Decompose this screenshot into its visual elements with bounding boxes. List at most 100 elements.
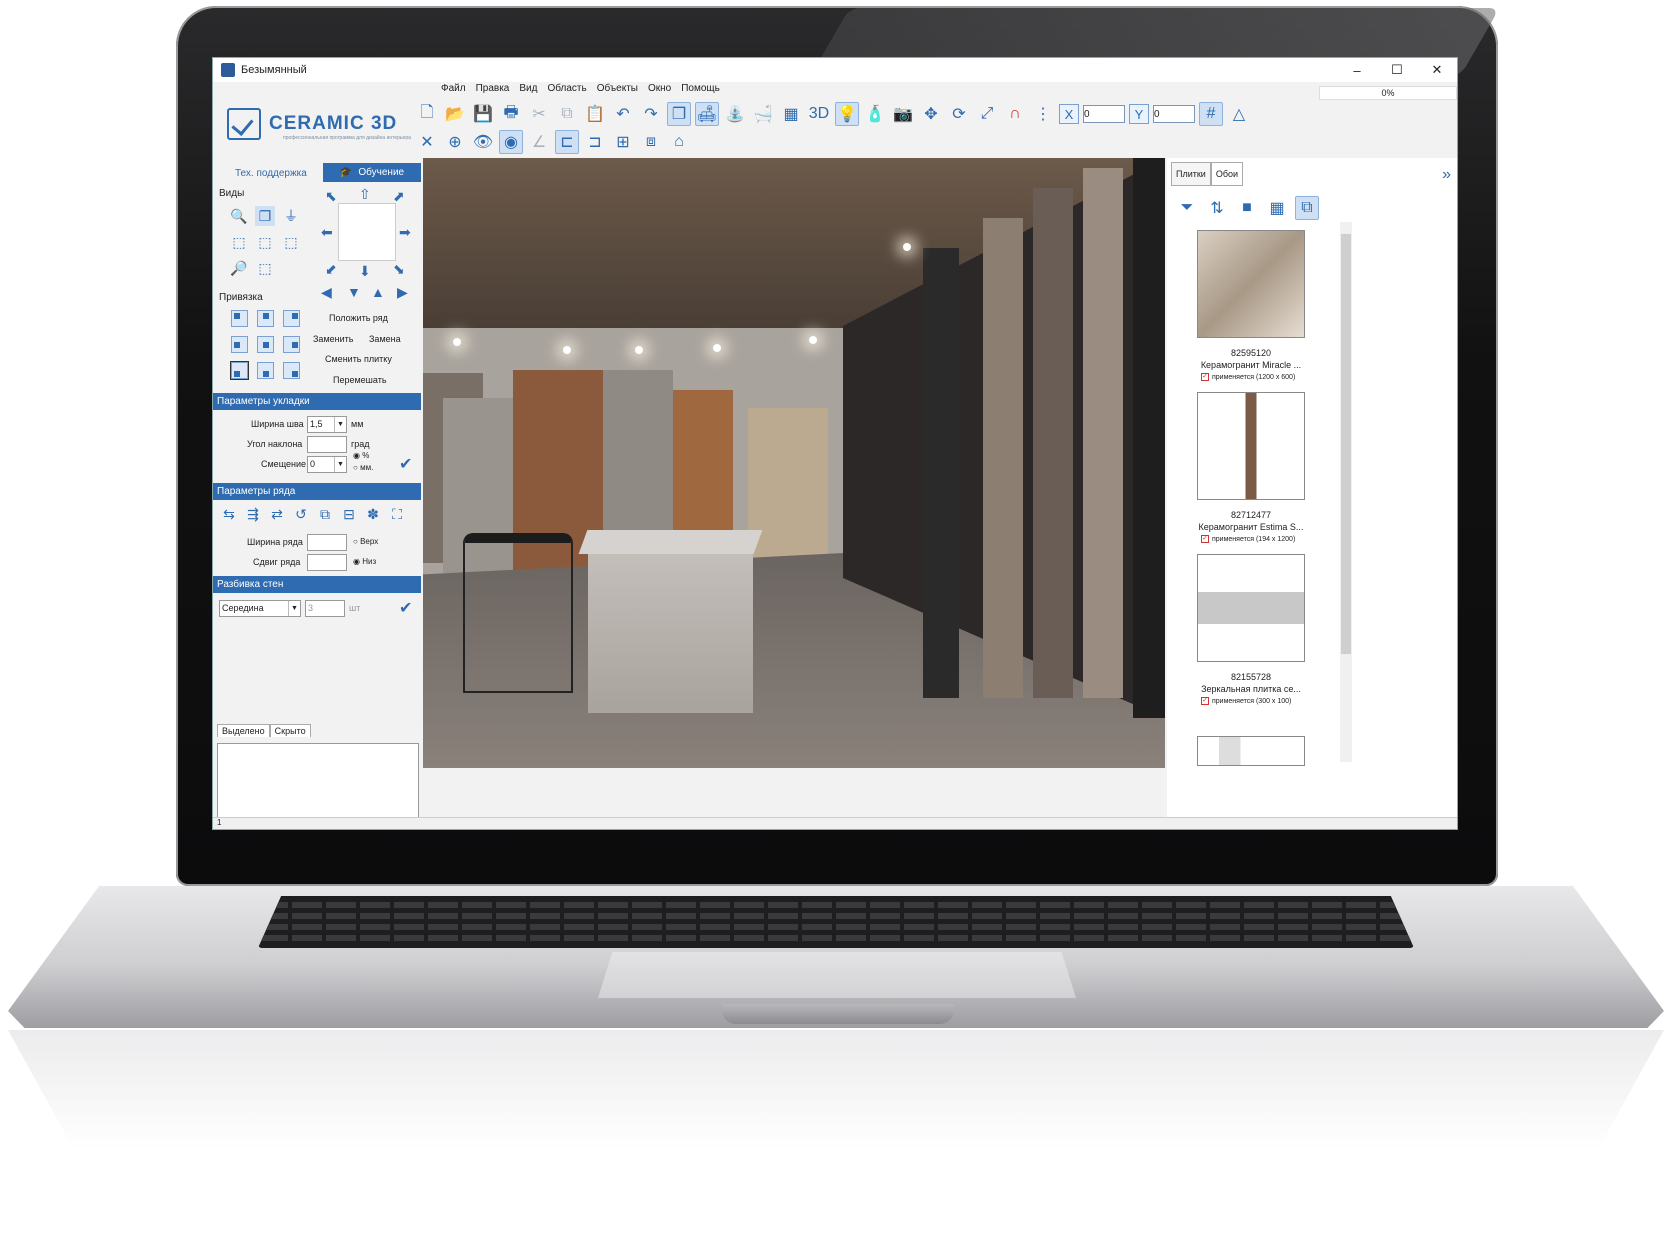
menu-view[interactable]: Вид: [519, 83, 537, 99]
seam-width-select[interactable]: 1,5 ▼: [307, 416, 347, 433]
camera-tripod-icon[interactable]: ⏚: [281, 206, 301, 226]
close-button[interactable]: ✕: [1417, 58, 1457, 82]
row-rotate-icon[interactable]: ↺: [291, 504, 311, 524]
row-pattern-icon[interactable]: ✽: [363, 504, 383, 524]
offset-mm-radio[interactable]: ○ мм.: [353, 463, 373, 472]
print-icon[interactable]: 🖶: [499, 102, 523, 126]
angle-input[interactable]: [307, 436, 347, 453]
undo-icon[interactable]: ↶: [611, 102, 635, 126]
open-folder-icon[interactable]: 📂: [443, 102, 467, 126]
camera-icon[interactable]: 📷: [891, 102, 915, 126]
tile-view-icon[interactable]: ■: [1235, 196, 1259, 220]
menu-file[interactable]: Файл: [441, 83, 466, 99]
arrow-right-icon[interactable]: ➡: [399, 224, 411, 241]
row-top-radio[interactable]: ○ Верх: [353, 537, 378, 546]
wall-split-count-input[interactable]: 3: [305, 600, 345, 617]
view-front-icon[interactable]: ⬚: [255, 232, 275, 252]
bathtub-icon[interactable]: 🛁: [751, 102, 775, 126]
view-right-icon[interactable]: ⬚: [281, 232, 301, 252]
view-box-icon[interactable]: ❐: [255, 206, 275, 226]
apply-wall-split-check-icon[interactable]: ✔: [399, 598, 412, 618]
add-area-icon[interactable]: ⊞: [611, 130, 635, 154]
layout-params-header[interactable]: Параметры укладки: [213, 393, 421, 410]
zoom-icon[interactable]: 🔍: [229, 206, 249, 226]
shift-down-icon[interactable]: ▼: [347, 284, 361, 300]
x-coordinate-field[interactable]: 0: [1083, 105, 1125, 123]
tile-apply-checkbox[interactable]: ✓ применяется (1200 x 600): [1201, 373, 1295, 381]
row-compress-icon[interactable]: ⇄: [267, 504, 287, 524]
menu-help[interactable]: Помощь: [681, 83, 720, 99]
scale-icon[interactable]: ⤢: [975, 102, 999, 126]
3d-viewport[interactable]: [423, 158, 1165, 768]
snap-bottom-left[interactable]: [230, 361, 249, 380]
new-file-icon[interactable]: 🗋: [415, 102, 439, 126]
lay-row-button[interactable]: Положить ряд: [329, 313, 388, 323]
snap-top-center[interactable]: [257, 310, 274, 327]
triangle-icon[interactable]: △: [1227, 102, 1251, 126]
row-fit-icon[interactable]: ⛶: [387, 504, 407, 524]
tab-selected[interactable]: Выделено: [217, 724, 270, 737]
change-tile-button[interactable]: Сменить плитку: [325, 354, 392, 364]
tile-thumbnail[interactable]: [1197, 736, 1305, 766]
view-back-icon[interactable]: ⬚: [255, 258, 275, 278]
menu-objects[interactable]: Объекты: [597, 83, 638, 99]
y-coordinate-field[interactable]: 0: [1153, 105, 1195, 123]
walls-mode-icon[interactable]: ❐: [667, 102, 691, 126]
copy-icon[interactable]: ⧉: [555, 102, 579, 126]
maximize-button[interactable]: ☐: [1377, 58, 1417, 82]
measure-icon[interactable]: ∠: [527, 130, 551, 154]
group-icon[interactable]: ⧈: [639, 130, 663, 154]
row-params-header[interactable]: Параметры ряда: [213, 483, 421, 500]
tile-apply-checkbox[interactable]: ✓ применяется (300 x 100): [1201, 697, 1291, 705]
learn-button[interactable]: 🎓 Обучение: [323, 163, 421, 182]
replacement-button[interactable]: Замена: [369, 334, 401, 344]
snap-top-right[interactable]: [283, 310, 300, 327]
wall-split-header[interactable]: Разбивка стен: [213, 576, 421, 593]
furniture-mode-icon[interactable]: 🛋: [695, 102, 719, 126]
menu-window[interactable]: Окно: [648, 83, 671, 99]
record-icon[interactable]: ◉: [499, 130, 523, 154]
save-icon[interactable]: 💾: [471, 102, 495, 126]
replace-button[interactable]: Заменить: [313, 334, 353, 344]
snap-grid-icon[interactable]: #: [1199, 102, 1223, 126]
filter-icon[interactable]: ⏷: [1175, 196, 1199, 220]
shift-up-icon[interactable]: ▲: [371, 284, 385, 300]
view-3d-icon[interactable]: 3D: [807, 102, 831, 126]
row-align-icon[interactable]: ⇆: [219, 504, 239, 524]
row-spread-icon[interactable]: ⇶: [243, 504, 263, 524]
row-copy-icon[interactable]: ⧉: [315, 504, 335, 524]
tile-thumbnail[interactable]: [1197, 230, 1305, 338]
preview-mode-icon[interactable]: ⧉: [1295, 196, 1319, 220]
magnet-icon[interactable]: ∩: [1003, 102, 1027, 126]
scrollbar-thumb[interactable]: [1341, 234, 1351, 654]
snap-bottom-right[interactable]: [283, 362, 300, 379]
arrow-down-icon[interactable]: ⬇: [359, 263, 371, 280]
grid-step-icon[interactable]: ⋮: [1031, 102, 1055, 126]
arrow-up-left-icon[interactable]: ⬉: [325, 188, 337, 205]
delete-icon[interactable]: ✕: [415, 130, 439, 154]
paste-icon[interactable]: 📋: [583, 102, 607, 126]
tile-apply-checkbox[interactable]: ✓ применяется (194 x 1200): [1201, 535, 1295, 543]
arrow-left-icon[interactable]: ⬅: [321, 224, 333, 241]
align-left-icon[interactable]: ⊏: [555, 130, 579, 154]
offset-percent-radio[interactable]: ◉ %: [353, 451, 369, 460]
tab-hidden[interactable]: Скрыто: [269, 724, 311, 737]
tab-tiles[interactable]: Плитки: [1171, 162, 1211, 186]
view-left-icon[interactable]: ⬚: [229, 232, 249, 252]
snap-middle-left[interactable]: [231, 336, 248, 353]
tile-thumbnail[interactable]: [1197, 392, 1305, 500]
offset-select[interactable]: 0 ▼: [307, 456, 347, 473]
sort-icon[interactable]: ⇅: [1205, 196, 1229, 220]
row-shift-input[interactable]: [307, 554, 347, 571]
calculator-icon[interactable]: ▦: [779, 102, 803, 126]
wash-basin-icon[interactable]: ⛲: [723, 102, 747, 126]
move-icon[interactable]: ✥: [919, 102, 943, 126]
rotate-icon[interactable]: ⟳: [947, 102, 971, 126]
eye-icon[interactable]: 👁: [471, 130, 495, 154]
arrow-down-left-icon[interactable]: ⬋: [325, 261, 337, 278]
collapse-panel-icon[interactable]: »: [1442, 166, 1451, 184]
snap-bottom-center[interactable]: [257, 362, 274, 379]
snap-center[interactable]: [257, 336, 274, 353]
tab-wallpaper[interactable]: Обои: [1210, 162, 1244, 186]
spray-icon[interactable]: 🧴: [863, 102, 887, 126]
